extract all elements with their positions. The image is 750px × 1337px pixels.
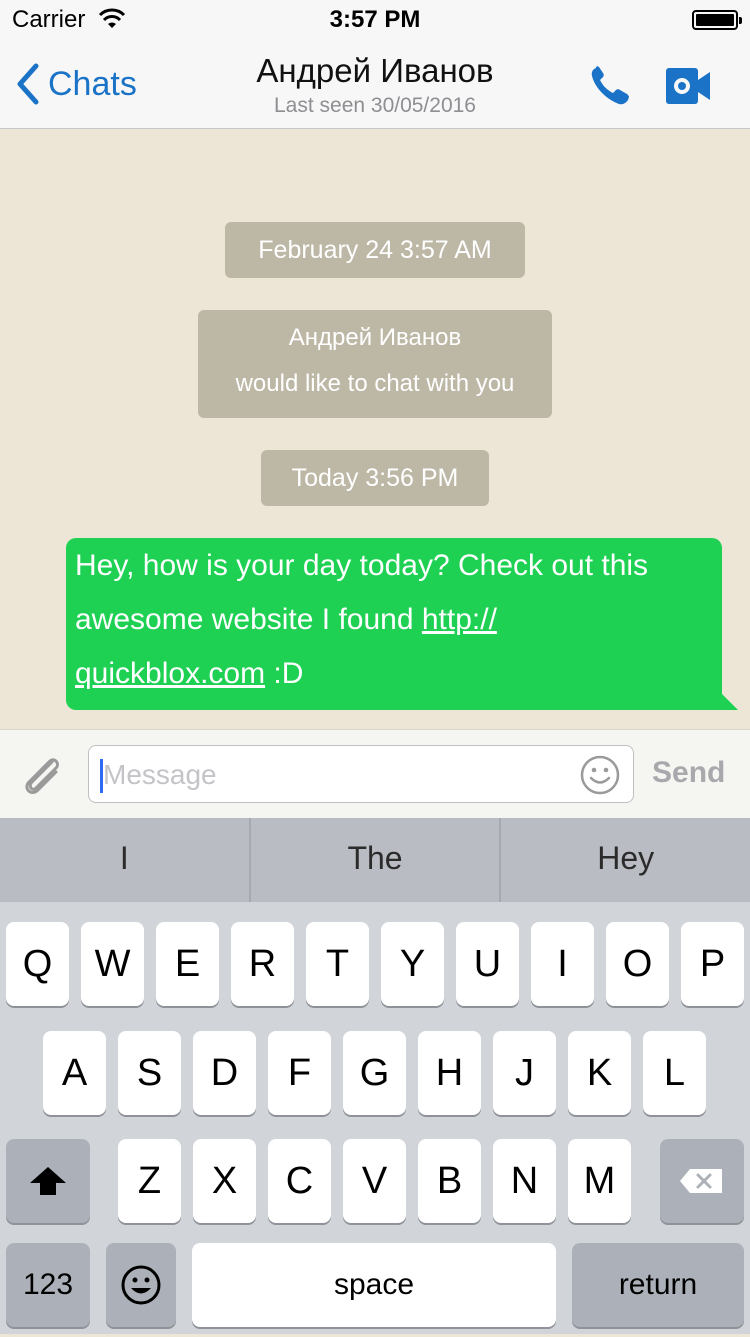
key-r[interactable]: R	[231, 922, 294, 1006]
key-b[interactable]: B	[418, 1139, 481, 1223]
backspace-icon	[680, 1169, 722, 1193]
key-k[interactable]: K	[568, 1031, 631, 1115]
notice-contact-name: Андрей Иванов	[288, 324, 462, 351]
message-text: :D	[265, 657, 304, 690]
on-screen-keyboard: Q W E R T Y U I O P A S D F G H J K L Z …	[0, 902, 750, 1334]
message-text: awesome website I found	[75, 603, 422, 636]
contact-name-title: Андрей Иванов	[256, 52, 494, 89]
message-line: awesome website I found http://	[75, 593, 714, 647]
key-o[interactable]: O	[606, 922, 669, 1006]
message-line: Hey, how is your day today? Check out th…	[75, 549, 649, 582]
message-composer: Message Send	[0, 729, 750, 819]
key-d[interactable]: D	[193, 1031, 256, 1115]
key-q[interactable]: Q	[6, 922, 69, 1006]
outgoing-message-bubble[interactable]: Hey, how is your day today? Check out th…	[66, 538, 738, 710]
date-separator: Today 3:56 PM	[261, 450, 489, 506]
clock-time: 3:57 PM	[329, 6, 421, 33]
return-key[interactable]: return	[572, 1243, 744, 1327]
navigation-bar: Chats Андрей Иванов Last seen 30/05/2016	[0, 40, 750, 129]
status-bar: Carrier 3:57 PM	[0, 0, 750, 40]
key-g[interactable]: G	[343, 1031, 406, 1115]
key-u[interactable]: U	[456, 922, 519, 1006]
message-link[interactable]: http://	[422, 603, 497, 636]
backspace-key[interactable]	[660, 1139, 744, 1223]
key-j[interactable]: J	[493, 1031, 556, 1115]
predictive-suggestions: I The Hey	[0, 818, 750, 902]
key-h[interactable]: H	[418, 1031, 481, 1115]
key-z[interactable]: Z	[118, 1139, 181, 1223]
smiley-icon[interactable]	[579, 754, 621, 796]
key-p[interactable]: P	[681, 922, 744, 1006]
emoji-key[interactable]	[106, 1243, 176, 1327]
notice-text: would like to chat with you	[235, 370, 515, 397]
phone-call-button[interactable]	[588, 64, 636, 108]
chat-request-notice: Андрей Иванов would like to chat with yo…	[198, 310, 552, 418]
message-placeholder: Message	[103, 759, 217, 790]
key-y[interactable]: Y	[381, 922, 444, 1006]
message-input[interactable]: Message	[88, 745, 634, 803]
suggestion-item[interactable]: The	[248, 818, 500, 902]
key-e[interactable]: E	[156, 922, 219, 1006]
last-seen-subtitle: Last seen 30/05/2016	[273, 94, 476, 117]
key-t[interactable]: T	[306, 922, 369, 1006]
chat-history[interactable]: February 24 3:57 AM Андрей Иванов would …	[0, 129, 750, 729]
key-w[interactable]: W	[81, 922, 144, 1006]
key-s[interactable]: S	[118, 1031, 181, 1115]
video-call-button[interactable]	[664, 64, 712, 108]
shift-icon	[30, 1167, 66, 1195]
key-v[interactable]: V	[343, 1139, 406, 1223]
suggestion-item[interactable]: I	[0, 818, 249, 902]
bubble-tail	[722, 694, 738, 710]
space-key[interactable]: space	[192, 1243, 556, 1327]
key-m[interactable]: M	[568, 1139, 631, 1223]
key-n[interactable]: N	[493, 1139, 556, 1223]
emoji-icon	[121, 1265, 161, 1305]
video-camera-icon	[666, 68, 710, 104]
key-c[interactable]: C	[268, 1139, 331, 1223]
date-separator: February 24 3:57 AM	[225, 222, 525, 278]
key-f[interactable]: F	[268, 1031, 331, 1115]
key-i[interactable]: I	[531, 922, 594, 1006]
attach-button[interactable]	[18, 750, 68, 800]
message-line: quickblox.com :D	[75, 647, 714, 701]
phone-icon	[591, 66, 629, 105]
shift-key[interactable]	[6, 1139, 90, 1223]
key-a[interactable]: A	[43, 1031, 106, 1115]
key-x[interactable]: X	[193, 1139, 256, 1223]
paperclip-icon	[25, 758, 59, 795]
message-link[interactable]: quickblox.com	[75, 657, 265, 690]
key-l[interactable]: L	[643, 1031, 706, 1115]
send-button[interactable]: Send	[652, 756, 725, 790]
numbers-key[interactable]: 123	[6, 1243, 90, 1327]
battery-icon	[692, 10, 742, 30]
suggestion-item[interactable]: Hey	[499, 818, 750, 902]
